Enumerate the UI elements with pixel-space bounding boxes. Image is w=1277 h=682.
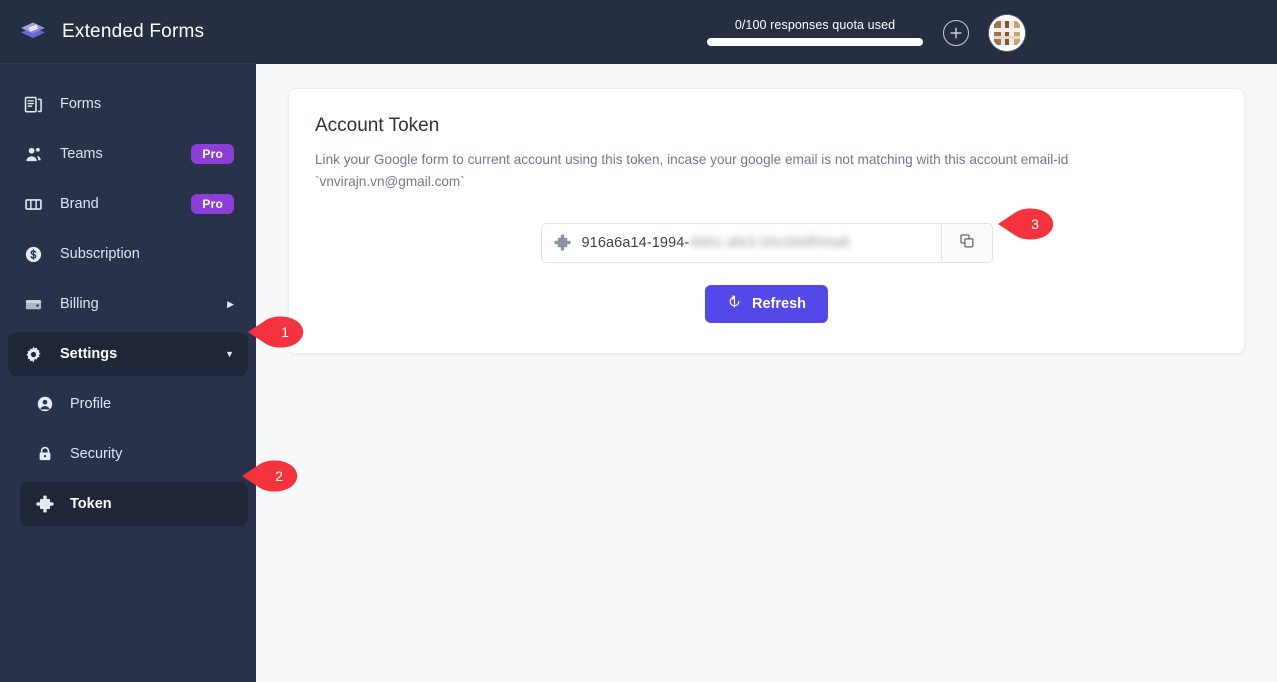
plus-circle-icon[interactable] — [943, 20, 969, 46]
layers-icon — [18, 17, 48, 47]
user-circle-icon — [34, 395, 56, 413]
refresh-button[interactable]: Refresh — [705, 284, 828, 323]
sidebar-item-label: Profile — [70, 396, 112, 412]
card-description: Link your Google form to current account… — [315, 152, 1069, 189]
sidebar-item-label: Forms — [60, 96, 102, 112]
sidebar-item-label: Brand — [60, 196, 99, 212]
puzzle-icon — [553, 234, 571, 251]
sidebar-item-security[interactable]: Security — [20, 432, 248, 476]
token-value: 916a6a14-1994-4991-afe3-00c066ff44a8 — [582, 235, 850, 251]
copy-icon — [959, 233, 975, 252]
caret-right-icon: ▶ — [227, 298, 234, 309]
account-token-card: Account Token Link your Google form to c… — [288, 88, 1245, 354]
pro-badge: Pro — [191, 194, 234, 214]
sidebar-item-profile[interactable]: Profile — [20, 382, 248, 426]
sidebar-item-label: Subscription — [60, 246, 140, 262]
body: Forms Teams Pro Brand Pro Subscription B… — [0, 64, 1277, 682]
subscription-icon — [22, 245, 44, 264]
quota-label: 0/100 responses quota used — [734, 18, 896, 32]
sidebar-item-billing[interactable]: Billing ▶ — [8, 282, 248, 326]
sidebar-item-label: Teams — [60, 146, 103, 162]
token-row: 916a6a14-1994-4991-afe3-00c066ff44a8 — [315, 222, 1218, 263]
pro-badge: Pro — [191, 144, 234, 164]
sidebar-item-label: Settings — [60, 346, 118, 362]
sidebar-item-token[interactable]: Token — [20, 482, 248, 526]
forms-icon — [22, 95, 44, 114]
brand-title: Extended Forms — [62, 20, 205, 42]
sidebar-item-teams[interactable]: Teams Pro — [8, 132, 248, 176]
billing-icon — [22, 295, 44, 314]
quota-progress-bar — [707, 38, 923, 46]
brand-icon — [22, 195, 44, 214]
top-bar-right: 0/100 responses quota used — [256, 0, 1277, 64]
sidebar-item-brand[interactable]: Brand Pro — [8, 182, 248, 226]
copy-token-button[interactable] — [940, 222, 993, 263]
sidebar-item-forms[interactable]: Forms — [8, 82, 248, 126]
sidebar: Forms Teams Pro Brand Pro Subscription B… — [0, 64, 256, 682]
page-title: Account Token — [315, 115, 440, 136]
token-value-visible: 916a6a14-1994- — [581, 234, 690, 251]
token-input[interactable]: 916a6a14-1994-4991-afe3-00c066ff44a8 — [540, 222, 941, 263]
avatar[interactable] — [989, 14, 1025, 51]
refresh-icon — [727, 294, 742, 313]
brand-area[interactable]: Extended Forms — [0, 0, 256, 64]
sidebar-item-settings[interactable]: Settings ▼ — [8, 332, 248, 376]
puzzle-icon — [34, 495, 56, 513]
sidebar-item-label: Token — [70, 496, 112, 512]
main-content: Account Token Link your Google form to c… — [256, 64, 1277, 682]
refresh-row: Refresh — [315, 284, 1218, 323]
refresh-button-label: Refresh — [752, 295, 806, 312]
token-value-redacted: 4991-afe3-00c066ff44a8 — [689, 234, 850, 251]
teams-icon — [22, 145, 44, 164]
sidebar-item-label: Security — [70, 446, 123, 462]
caret-down-icon: ▼ — [225, 348, 234, 359]
lock-icon — [34, 445, 56, 463]
top-bar: Extended Forms 0/100 responses quota use… — [0, 0, 1277, 64]
sidebar-item-subscription[interactable]: Subscription — [8, 232, 248, 276]
token-input-group: 916a6a14-1994-4991-afe3-00c066ff44a8 — [540, 222, 993, 263]
sidebar-item-label: Billing — [60, 296, 99, 312]
gear-icon — [22, 345, 44, 364]
quota-meter: 0/100 responses quota used — [707, 18, 923, 46]
app-root: Extended Forms 0/100 responses quota use… — [0, 0, 1277, 682]
